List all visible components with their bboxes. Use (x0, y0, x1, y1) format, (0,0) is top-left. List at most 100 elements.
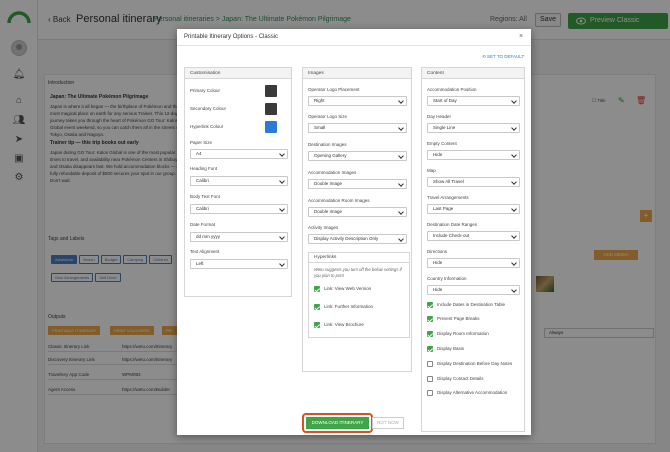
display-basis-checkbox[interactable] (427, 346, 433, 352)
logo-size-label: Operator Logo Size (308, 114, 348, 119)
text-alignment-label: Text Alignment (190, 249, 220, 254)
paper-size-value: A4 (196, 151, 202, 156)
acc-images-value: Double Image (314, 181, 343, 186)
link-further-info-checkbox[interactable] (314, 304, 320, 310)
empty-content-select[interactable]: Hide (427, 150, 520, 160)
chevron-down-icon (398, 125, 404, 131)
logo-placement-label: Operator Logo Placement (308, 87, 360, 92)
empty-content-value: Hide (433, 152, 443, 157)
refresh-icon: ⟲ (482, 54, 486, 59)
chevron-down-icon (511, 125, 517, 131)
date-format-label: Date Format (190, 222, 216, 227)
day-header-label: Day Header (427, 114, 452, 119)
map-label: Map (427, 168, 436, 173)
acc-position-value: Start of Day (433, 98, 457, 103)
images-header: Images (303, 68, 411, 79)
link-web-version-label: Link: View Web Version (324, 286, 372, 291)
country-info-label: Country Information (427, 276, 467, 281)
logo-size-value: Small (314, 125, 326, 130)
close-icon[interactable]: × (519, 33, 523, 40)
content-header: Content (422, 68, 524, 79)
acc-room-value: Double Image (314, 209, 343, 214)
link-further-info-label: Link: Further Information (324, 304, 374, 309)
primary-colour-label: Primary Colour (190, 88, 221, 93)
display-room-info-label: Display Room Information (437, 331, 489, 336)
link-brochure-label: Link: View Brochure (324, 322, 364, 327)
display-dest-before-notes-label: Display Destination Before Day Notes (437, 361, 513, 366)
heading-font-select[interactable]: Calibri (190, 176, 288, 186)
dest-date-ranges-select[interactable]: Include Check-out (427, 231, 520, 241)
acc-room-select[interactable]: Double Image (308, 207, 407, 217)
display-contact-details-checkbox[interactable] (427, 376, 433, 382)
day-header-value: Single Line (433, 125, 456, 130)
display-basis-label: Display Basis (437, 346, 465, 351)
country-info-value: Hide (433, 287, 443, 292)
acc-room-label: Accommodation Room Images (308, 198, 370, 203)
activity-images-select[interactable]: Display Activity Description Only (308, 234, 407, 244)
display-alt-accommodation-label: Display Alternative Accommodation (437, 390, 508, 395)
modal-title: Printable Itinerary Options - Classic (184, 34, 279, 40)
activity-images-value: Display Activity Description Only (314, 236, 379, 241)
dest-images-label: Destination Images (308, 142, 347, 147)
logo-size-select[interactable]: Small (308, 123, 407, 133)
date-format-select[interactable]: dd mm yyyy (190, 232, 288, 242)
dest-images-select[interactable]: Opening Gallery (308, 151, 407, 161)
map-select[interactable]: Show All Travel (427, 177, 520, 187)
include-dates-checkbox[interactable] (427, 302, 433, 308)
hyperlinks-header: Hyperlinks (309, 253, 409, 263)
hyperlink-colour-label: Hyperlink Colour (190, 124, 224, 129)
logo-placement-value: Right (314, 98, 325, 103)
body-font-label: Body Text Font (190, 194, 220, 199)
chevron-down-icon (279, 178, 285, 184)
day-header-select[interactable]: Single Line (427, 123, 520, 133)
chevron-down-icon (511, 260, 517, 266)
acc-position-label: Accommodation Position (427, 87, 477, 92)
display-contact-details-label: Display Contact Details (437, 376, 484, 381)
acc-position-select[interactable]: Start of Day (427, 96, 520, 106)
primary-colour-swatch[interactable] (265, 85, 277, 97)
text-alignment-select[interactable]: Left (190, 259, 288, 269)
chevron-down-icon (511, 233, 517, 239)
activity-images-label: Activity Images (308, 225, 339, 230)
heading-font-value: Calibri (196, 178, 209, 183)
secondary-colour-label: Secondary Colour (190, 106, 227, 111)
acc-images-select[interactable]: Double Image (308, 179, 407, 189)
prevent-page-breaks-checkbox[interactable] (427, 316, 433, 322)
paper-size-select[interactable]: A4 (190, 149, 288, 159)
logo-placement-select[interactable]: Right (308, 96, 407, 106)
hyperlink-colour-swatch[interactable] (265, 121, 277, 133)
link-brochure-checkbox[interactable] (314, 322, 320, 328)
modal-divider (177, 45, 531, 46)
text-alignment-value: Left (196, 261, 204, 266)
content-panel: Content Accommodation Position Start of … (421, 67, 525, 432)
display-dest-before-notes-checkbox[interactable] (427, 361, 433, 367)
display-alt-accommodation-checkbox[interactable] (427, 390, 433, 396)
country-info-select[interactable]: Hide (427, 285, 520, 295)
travel-arrangements-select[interactable]: Last Page (427, 204, 520, 214)
heading-font-label: Heading Font (190, 166, 218, 171)
dest-date-ranges-value: Include Check-out (433, 233, 470, 238)
directions-select[interactable]: Hide (427, 258, 520, 268)
display-room-info-checkbox[interactable] (427, 331, 433, 337)
date-format-value: dd mm yyyy (196, 234, 221, 239)
chevron-down-icon (511, 98, 517, 104)
body-font-select[interactable]: Calibri (190, 204, 288, 214)
secondary-colour-swatch[interactable] (265, 103, 277, 115)
acc-images-label: Accommodation Images (308, 170, 357, 175)
not-now-button[interactable]: NOT NOW (372, 417, 404, 429)
travel-arrangements-value: Last Page (433, 206, 454, 211)
reset-label: SET TO DEFAULT (487, 54, 525, 59)
customisation-header: Customisation (185, 68, 291, 79)
download-itinerary-button[interactable]: DOWNLOAD ITINERARY (306, 417, 369, 429)
images-panel: Images Operator Logo Placement Right Ope… (302, 67, 412, 372)
hyperlinks-box: Hyperlinks Wetu suggests you turn off th… (308, 252, 410, 338)
chevron-down-icon (279, 234, 285, 240)
dest-date-ranges-label: Destination Date Ranges (427, 222, 478, 227)
chevron-down-icon (279, 261, 285, 267)
printable-options-modal: Printable Itinerary Options - Classic × … (177, 29, 531, 435)
hyperlinks-note: Wetu suggests you turn off the below set… (314, 267, 402, 278)
link-web-version-checkbox[interactable] (314, 286, 320, 292)
set-to-default-link[interactable]: ⟲ SET TO DEFAULT (482, 54, 524, 60)
travel-arrangements-label: Travel Arrangements (427, 195, 469, 200)
chevron-down-icon (511, 152, 517, 158)
